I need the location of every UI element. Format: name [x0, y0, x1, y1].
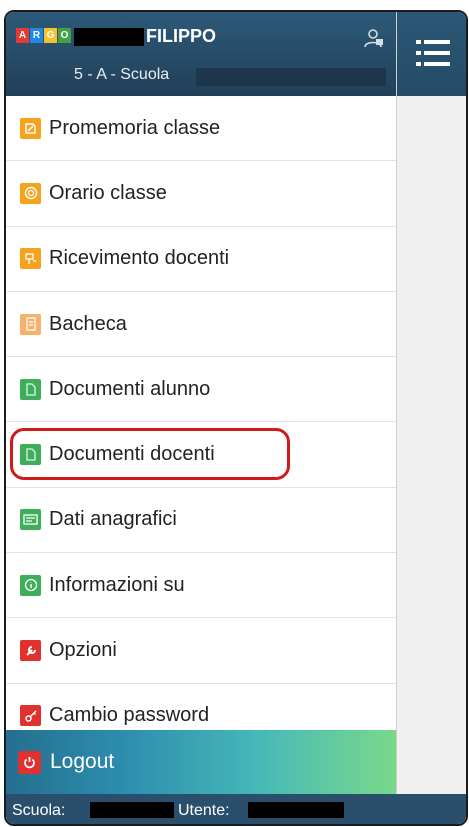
sidebar-item-label: Dati anagrafici	[49, 508, 177, 531]
sidebar-item-orario-classe[interactable]: Orario classe	[6, 161, 396, 227]
sidebar-item-promemoria-classe[interactable]: Promemoria classe	[6, 96, 396, 162]
class-text: 5 - A - Scuola	[74, 66, 170, 83]
redacted-school-code	[90, 802, 174, 818]
sidebar-header: A R G O FILIPPO 5 - A - Scuola	[6, 12, 396, 96]
redacted-username	[248, 802, 344, 818]
sidebar-item-opzioni[interactable]: Opzioni	[6, 618, 396, 684]
sidebar-menu: Promemoria classe Orario classe Ricevime…	[6, 96, 396, 749]
board-icon	[20, 313, 41, 335]
user-lock-icon[interactable]	[362, 28, 384, 48]
argo-logo: A R G O	[16, 28, 71, 44]
content-pane	[396, 12, 466, 824]
logo-letter: G	[44, 28, 57, 43]
sidebar-item-label: Ricevimento docenti	[49, 247, 230, 270]
student-name: FILIPPO	[146, 26, 217, 46]
sidebar-item-label: Bacheca	[49, 312, 127, 335]
id-card-icon	[20, 509, 41, 531]
sidebar-item-dati-anagrafici[interactable]: Dati anagrafici	[6, 488, 396, 554]
school-label: Scuola:	[12, 802, 66, 819]
sidebar-item-label: Promemoria classe	[49, 116, 221, 139]
user-label: Utente:	[178, 802, 230, 819]
content-header	[396, 12, 466, 96]
document-icon	[20, 378, 41, 400]
sidebar-item-label: Documenti alunno	[49, 377, 211, 400]
logo-letter: O	[58, 28, 71, 43]
note-icon	[20, 117, 41, 139]
hamburger-menu-icon[interactable]	[416, 38, 450, 70]
sidebar-item-informazioni-su[interactable]: Informazioni su	[6, 553, 396, 619]
sidebar-item-label: Orario classe	[49, 181, 167, 204]
sidebar: A R G O FILIPPO 5 - A - Scuola Promemori…	[6, 12, 397, 824]
logout-button[interactable]: Logout	[6, 730, 396, 794]
sidebar-item-documenti-alunno[interactable]: Documenti alunno	[6, 357, 396, 423]
sidebar-item-documenti-docenti[interactable]: Documenti docenti	[6, 422, 396, 488]
meeting-icon	[20, 248, 41, 270]
info-icon	[20, 574, 41, 596]
redacted-school	[196, 68, 386, 86]
clock-icon	[20, 182, 41, 204]
key-icon	[20, 705, 41, 727]
redacted-name	[74, 28, 144, 46]
sidebar-item-label: Documenti docenti	[49, 443, 215, 466]
status-footer: Scuola: Utente:	[6, 794, 466, 824]
wrench-icon	[20, 640, 41, 662]
sidebar-item-label: Opzioni	[49, 639, 117, 662]
logo-letter: A	[16, 28, 29, 43]
power-icon	[18, 750, 41, 774]
document-icon	[20, 444, 41, 466]
sidebar-item-bacheca[interactable]: Bacheca	[6, 292, 396, 358]
sidebar-item-ricevimento-docenti[interactable]: Ricevimento docenti	[6, 227, 396, 292]
sidebar-item-label: Informazioni su	[49, 573, 185, 596]
logo-letter: R	[30, 28, 43, 43]
logout-label: Logout	[50, 750, 115, 773]
app-window: A R G O FILIPPO 5 - A - Scuola Promemori…	[4, 10, 468, 826]
sidebar-item-label: Cambio password	[49, 704, 210, 727]
